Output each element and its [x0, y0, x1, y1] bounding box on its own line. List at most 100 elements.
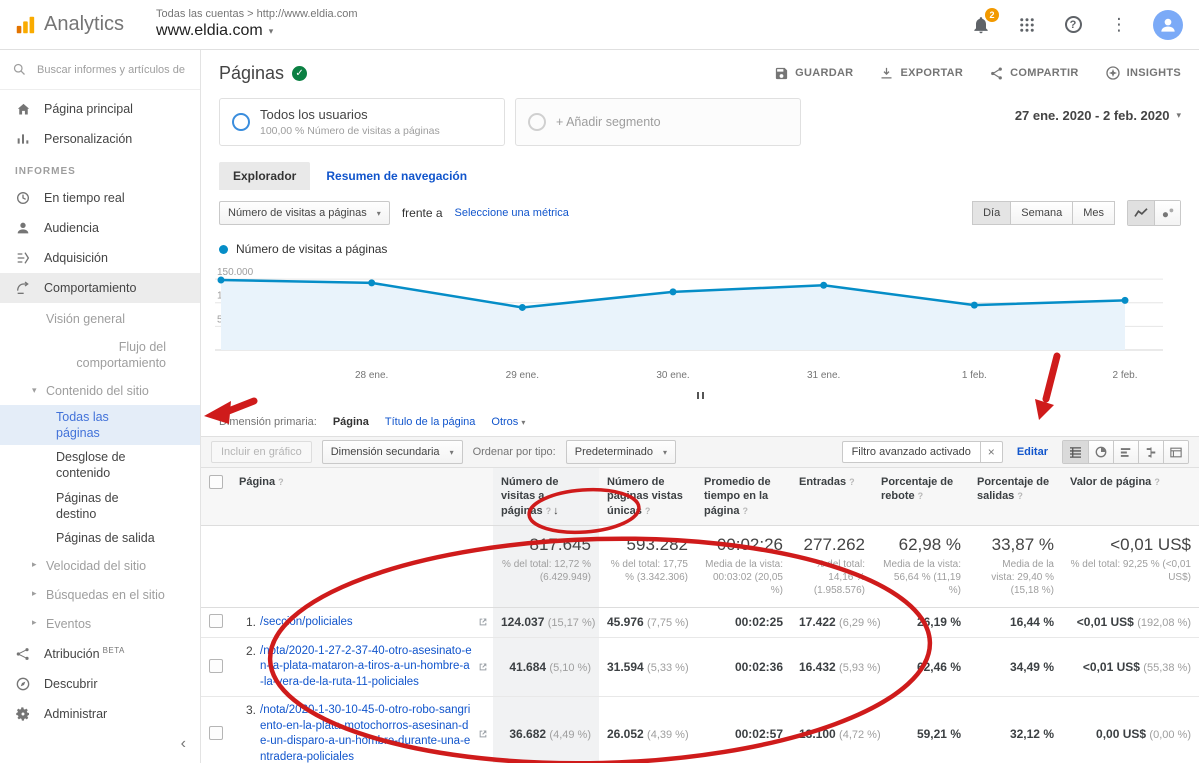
- dimension-other[interactable]: Otros ▾: [491, 416, 525, 428]
- sidebar-item-discover[interactable]: Descubrir: [0, 669, 200, 699]
- select-all-checkbox[interactable]: [209, 475, 223, 489]
- row-checkbox[interactable]: [209, 726, 223, 740]
- sidebar-item-site-speed[interactable]: ▸ Velocidad del sitio: [0, 553, 200, 579]
- dimension-page-title[interactable]: Título de la página: [385, 416, 476, 428]
- column-header-tiempo[interactable]: Promedio de tiempo en la página?: [696, 468, 791, 525]
- bars-view-icon: [1120, 447, 1132, 458]
- column-header-pagina[interactable]: Página?: [231, 468, 493, 525]
- edit-filter-link[interactable]: Editar: [1017, 446, 1048, 458]
- sidebar-item-audience[interactable]: Audiencia: [0, 213, 200, 243]
- remove-filter-button[interactable]: ×: [980, 442, 1002, 462]
- pivot-view-button[interactable]: [1163, 441, 1188, 463]
- breadcrumb[interactable]: Todas las cuentas > http://www.eldia.com: [156, 8, 357, 22]
- sidebar-item-site-search[interactable]: ▸ Búsquedas en el sitio: [0, 582, 200, 608]
- sidebar-item-acquisition[interactable]: Adquisición: [0, 243, 200, 273]
- date-range-selector[interactable]: 27 ene. 2020 - 2 feb. 2020 ▾: [1015, 98, 1181, 123]
- segment-all-users[interactable]: Todos los usuarios 100,00 % Número de vi…: [219, 98, 505, 146]
- metric-dropdown[interactable]: Número de visitas a páginas ▾: [219, 201, 390, 225]
- sidebar-item-behavior-flow[interactable]: Flujo del comportamiento: [0, 335, 200, 376]
- sort-type-label: Ordenar por tipo:: [473, 446, 556, 458]
- sidebar-item-site-content[interactable]: ▾ Contenido del sitio: [0, 379, 200, 405]
- share-button[interactable]: COMPARTIR: [989, 66, 1079, 81]
- sidebar-item-content-drilldown[interactable]: Desglose de contenido: [0, 445, 200, 486]
- more-options-button[interactable]: ⋮: [1107, 13, 1131, 37]
- plot-rows-button[interactable]: Incluir en gráfico: [211, 441, 312, 463]
- comparison-view-button[interactable]: [1138, 441, 1163, 463]
- column-header-rebote[interactable]: Porcentaje de rebote?: [873, 468, 969, 525]
- sidebar-search[interactable]: [0, 50, 200, 90]
- property-selector[interactable]: www.eldia.com ▾: [156, 21, 357, 41]
- open-in-new-icon[interactable]: [478, 617, 488, 627]
- search-input[interactable]: [37, 64, 187, 76]
- sidebar-item-behavior-overview[interactable]: Visión general: [0, 306, 200, 332]
- apps-grid-icon: [1018, 16, 1036, 34]
- segment-row: Todos los usuarios 100,00 % Número de vi…: [201, 96, 1199, 154]
- sidebar-item-admin[interactable]: Administrar: [0, 699, 200, 729]
- column-header-vistas-unicas[interactable]: Número de páginas vistas únicas?: [599, 468, 696, 525]
- person-icon: [14, 220, 32, 236]
- tab-resumen-navegacion[interactable]: Resumen de navegación: [312, 162, 481, 190]
- sidebar-item-label: Eventos: [46, 616, 91, 632]
- row-checkbox[interactable]: [209, 614, 223, 628]
- sidebar-collapse-button[interactable]: ‹: [0, 729, 200, 759]
- insights-button[interactable]: INSIGHTS: [1105, 65, 1181, 81]
- sidebar-item-label: Desglose de contenido: [56, 449, 156, 482]
- clock-icon: [14, 190, 32, 206]
- sidebar-item-realtime[interactable]: En tiempo real: [0, 183, 200, 213]
- sidebar-item-label: Páginas de destino: [56, 490, 156, 523]
- export-button[interactable]: EXPORTAR: [879, 66, 963, 81]
- data-view-button[interactable]: [1063, 441, 1088, 463]
- sort-type-dropdown[interactable]: Predeterminado ▾: [566, 440, 676, 464]
- sidebar-item-label: Adquisición: [44, 251, 108, 265]
- add-segment-button[interactable]: + Añadir segmento: [515, 98, 801, 146]
- secondary-dimension-dropdown[interactable]: Dimensión secundaria ▾: [322, 440, 463, 464]
- sidebar-item-home[interactable]: Página principal: [0, 94, 200, 124]
- svg-text:29 ene.: 29 ene.: [506, 370, 539, 381]
- percentage-view-button[interactable]: [1088, 441, 1113, 463]
- sidebar-item-attribution[interactable]: AtribuciónBETA: [0, 639, 200, 669]
- sidebar-item-events[interactable]: ▸ Eventos: [0, 611, 200, 637]
- granularity-month-button[interactable]: Mes: [1073, 201, 1115, 225]
- chart-scrub-handle[interactable]: [215, 392, 1185, 400]
- motion-chart-button[interactable]: [1154, 201, 1180, 225]
- save-button[interactable]: GUARDAR: [774, 66, 853, 81]
- column-header-salidas[interactable]: Porcentaje de salidas?: [969, 468, 1062, 525]
- column-header-entradas[interactable]: Entradas?: [791, 468, 873, 525]
- performance-view-button[interactable]: [1113, 441, 1138, 463]
- page-link[interactable]: /nota/2020-1-30-10-45-0-otro-robo-sangri…: [260, 703, 473, 763]
- open-in-new-icon[interactable]: [478, 729, 488, 739]
- analytics-logo[interactable]: Analytics: [0, 13, 138, 36]
- help-icon: ?: [849, 477, 855, 487]
- sidebar-item-behavior[interactable]: Comportamiento: [0, 273, 200, 303]
- topbar-actions: 2 ? ⋮: [969, 10, 1199, 40]
- attribution-icon: [14, 646, 32, 662]
- granularity-day-button[interactable]: Día: [972, 201, 1011, 225]
- sidebar-item-landing-pages[interactable]: Páginas de destino: [0, 486, 200, 527]
- sidebar-item-exit-pages[interactable]: Páginas de salida: [0, 526, 200, 550]
- apps-grid-button[interactable]: [1015, 13, 1039, 37]
- dimension-page[interactable]: Página: [333, 416, 369, 428]
- chevron-down-icon: ▾: [663, 448, 667, 457]
- page-link[interactable]: /seccion/policiales: [260, 615, 353, 631]
- line-chart-button[interactable]: [1128, 201, 1154, 225]
- select-metric-link[interactable]: Seleccione una métrica: [455, 207, 569, 219]
- column-header-visitas[interactable]: Número de visitas a páginas?↓: [493, 468, 599, 525]
- svg-text:30 ene.: 30 ene.: [656, 370, 689, 381]
- open-in-new-icon[interactable]: [478, 662, 488, 672]
- help-button[interactable]: ?: [1061, 13, 1085, 37]
- row-checkbox[interactable]: [209, 659, 223, 673]
- granularity-week-button[interactable]: Semana: [1011, 201, 1073, 225]
- caret-right-icon: ▸: [32, 559, 37, 571]
- notifications-button[interactable]: 2: [969, 13, 993, 37]
- table-view-group: [1062, 440, 1189, 464]
- column-header-valor[interactable]: Valor de página?: [1062, 468, 1199, 525]
- traffic-chart[interactable]: 50.000100.000150.00028 ene.29 ene.30 ene…: [201, 258, 1199, 400]
- legend-dot-icon: [219, 245, 228, 254]
- account-block: Todas las cuentas > http://www.eldia.com…: [156, 8, 357, 42]
- acquisition-icon: [14, 250, 32, 266]
- page-link[interactable]: /nota/2020-1-27-2-37-40-otro-asesinato-e…: [260, 644, 473, 691]
- sidebar-item-all-pages[interactable]: Todas las páginas: [0, 405, 200, 446]
- avatar[interactable]: [1153, 10, 1183, 40]
- tab-explorador[interactable]: Explorador: [219, 162, 310, 190]
- sidebar-item-customization[interactable]: Personalización: [0, 124, 200, 154]
